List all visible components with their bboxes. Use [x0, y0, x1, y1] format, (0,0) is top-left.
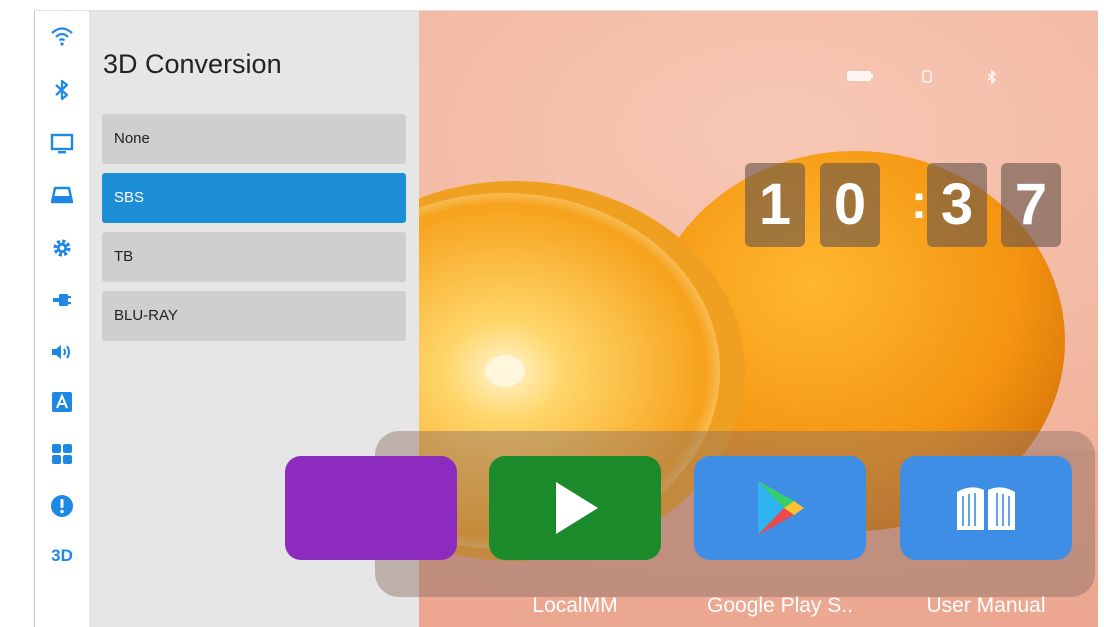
option-none[interactable]: None	[102, 114, 406, 164]
volume-icon[interactable]	[43, 335, 81, 369]
option-sbs[interactable]: SBS	[102, 173, 406, 223]
panel-title: 3D Conversion	[103, 49, 282, 79]
clock-minute-ones: 7	[1001, 163, 1061, 247]
localmm-label[interactable]: LocalMM	[489, 594, 661, 618]
purple-app-tile[interactable]	[285, 456, 457, 560]
battery-icon	[847, 71, 873, 81]
wifi-icon[interactable]	[43, 19, 81, 53]
option-blu-ray[interactable]: BLU-RAY	[102, 291, 406, 341]
info-icon[interactable]	[43, 489, 81, 523]
usb-icon	[922, 70, 932, 83]
google-play-label[interactable]: Google Play S..	[685, 594, 875, 618]
clock-hour-tens: 1	[745, 163, 805, 247]
google-play-app-tile[interactable]	[694, 456, 866, 560]
localmm-app-tile[interactable]	[489, 456, 661, 560]
settings-gear-icon[interactable]	[43, 231, 81, 265]
play-icon	[556, 482, 598, 534]
input-source-icon[interactable]	[43, 283, 81, 317]
user-manual-app-tile[interactable]	[900, 456, 1072, 560]
clock-minute-tens: 3	[927, 163, 987, 247]
clock-separator: :	[911, 176, 927, 229]
user-manual-label[interactable]: User Manual	[900, 594, 1072, 618]
tv-screen: 3D 3D Conversion None SBS TB BLU-RAY 1 0…	[34, 10, 1098, 627]
3d-label: 3D	[51, 546, 73, 565]
option-label: TB	[114, 248, 134, 265]
option-label: None	[114, 130, 150, 147]
language-icon[interactable]	[43, 385, 81, 419]
bluetooth-icon[interactable]	[43, 73, 81, 107]
option-label: SBS	[114, 189, 145, 206]
clock-hour-ones: 0	[820, 163, 880, 247]
apps-grid-icon[interactable]	[43, 437, 81, 471]
settings-icon-rail: 3D	[35, 11, 89, 627]
projector-icon[interactable]	[43, 179, 81, 213]
3d-icon[interactable]: 3D	[43, 539, 81, 573]
google-play-icon	[758, 481, 804, 535]
bluetooth-status-icon	[987, 69, 997, 85]
display-icon[interactable]	[43, 127, 81, 161]
option-tb[interactable]: TB	[102, 232, 406, 282]
book-icon	[957, 487, 1015, 530]
option-label: BLU-RAY	[114, 307, 178, 324]
